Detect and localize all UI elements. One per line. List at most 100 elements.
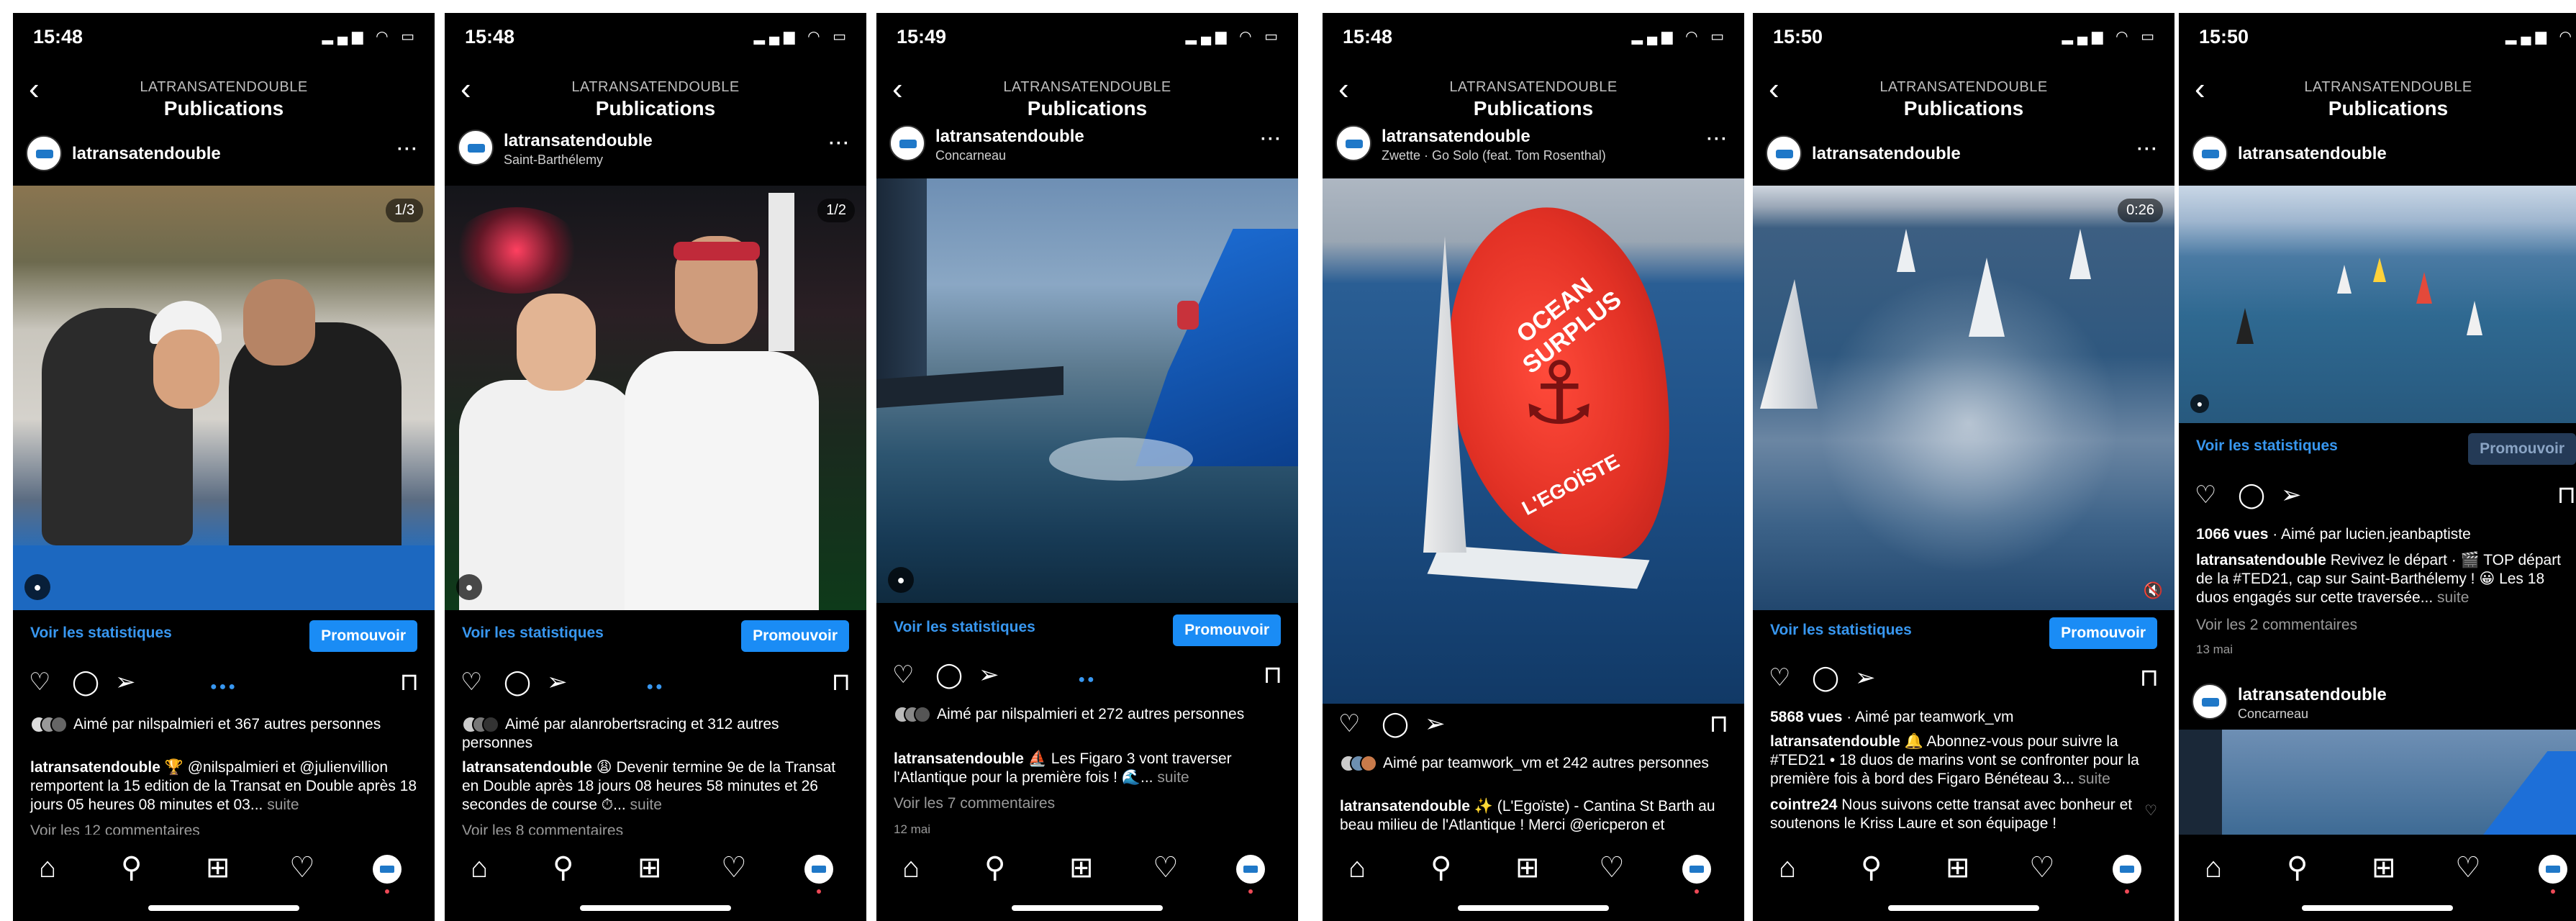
view-insights-link[interactable]: Voir les statistiques — [894, 619, 1035, 636]
avatar[interactable] — [1335, 125, 1371, 161]
caption-username[interactable]: latransatendouble — [30, 759, 160, 776]
caption-more-link[interactable]: suite — [2078, 771, 2110, 787]
search-icon[interactable]: ⚲ — [121, 853, 142, 882]
caption-more-link[interactable]: suite — [267, 797, 299, 813]
profile-avatar-icon[interactable] — [373, 855, 402, 894]
comment-username[interactable]: cointre24 — [1770, 797, 1837, 813]
post-username[interactable]: latransatendouble — [1382, 127, 1530, 147]
post-photo[interactable]: ● — [876, 178, 1298, 603]
mute-icon[interactable]: 🔇 — [2144, 581, 2163, 600]
back-chevron-icon[interactable]: ‹ — [29, 73, 40, 105]
profile-avatar-icon[interactable] — [2539, 855, 2567, 894]
caption-username[interactable]: latransatendouble — [894, 750, 1024, 767]
back-chevron-icon[interactable]: ‹ — [892, 73, 903, 105]
liked-by-text[interactable]: Aimé par nilspalmieri et 367 autres pers… — [73, 716, 381, 732]
view-count[interactable]: 5868 vues — [1770, 709, 1842, 725]
liked-by-text[interactable]: Aimé par teamwork_vm et 242 autres perso… — [1383, 755, 1709, 771]
activity-heart-icon[interactable]: ♡ — [1153, 853, 1179, 882]
post-video[interactable]: 0:26 🔇 — [1753, 186, 2174, 610]
caption-more-link[interactable]: suite — [1157, 769, 1189, 786]
create-plus-icon[interactable]: ⊞ — [2372, 853, 2396, 882]
avatar[interactable] — [2192, 135, 2228, 171]
send-icon[interactable]: ➢ — [2281, 481, 2302, 509]
profile-avatar-icon[interactable] — [804, 855, 833, 894]
caption-username[interactable]: latransatendouble — [1340, 798, 1470, 815]
back-chevron-icon[interactable]: ‹ — [2195, 73, 2205, 105]
profile-avatar-icon[interactable] — [1236, 855, 1265, 894]
comment-like-heart-icon[interactable]: ♡ — [2144, 802, 2157, 820]
like-heart-icon[interactable]: ♡ — [2195, 481, 2216, 509]
activity-heart-icon[interactable]: ♡ — [1599, 853, 1625, 882]
more-ellipsis-icon[interactable]: ··· — [829, 134, 851, 154]
search-icon[interactable]: ⚲ — [553, 853, 573, 882]
home-icon[interactable]: ⌂ — [39, 853, 56, 882]
comment-icon[interactable]: ◯ — [2238, 481, 2265, 509]
more-ellipsis-icon[interactable]: ··· — [2137, 140, 2159, 160]
post-username[interactable]: latransatendouble — [2238, 144, 2387, 164]
post-photo[interactable]: 1/2 ● — [445, 186, 866, 610]
view-comments-link[interactable]: Voir les 7 commentaires — [894, 794, 1281, 813]
activity-heart-icon[interactable]: ♡ — [2455, 853, 2481, 882]
search-icon[interactable]: ⚲ — [2287, 853, 2308, 882]
bookmark-icon[interactable]: ⊓ — [2139, 663, 2159, 692]
activity-heart-icon[interactable]: ♡ — [289, 853, 315, 882]
caption-username[interactable]: latransatendouble — [2196, 552, 2326, 568]
bookmark-icon[interactable]: ⊓ — [2557, 481, 2576, 509]
activity-heart-icon[interactable]: ♡ — [2029, 853, 2055, 882]
avatar[interactable] — [2192, 684, 2228, 720]
post-video[interactable]: OCEAN SURPLUS ⚓ L'EGOÏSTE — [1323, 178, 1744, 704]
next-post-photo[interactable] — [2179, 730, 2576, 838]
home-icon[interactable]: ⌂ — [1779, 853, 1796, 882]
back-chevron-icon[interactable]: ‹ — [1338, 73, 1349, 105]
home-icon[interactable]: ⌂ — [2205, 853, 2222, 882]
promote-button[interactable]: Promouvoir — [309, 620, 417, 652]
more-ellipsis-icon[interactable]: ··· — [1261, 130, 1282, 150]
send-icon[interactable]: ➢ — [1425, 709, 1446, 738]
bookmark-icon[interactable]: ⊓ — [1263, 661, 1282, 689]
avatar[interactable] — [26, 135, 62, 171]
create-plus-icon[interactable]: ⊞ — [1946, 853, 1970, 882]
promote-button[interactable]: Promouvoir — [2468, 433, 2576, 465]
bookmark-icon[interactable]: ⊓ — [1709, 709, 1728, 738]
view-insights-link[interactable]: Voir les statistiques — [462, 625, 604, 642]
search-icon[interactable]: ⚲ — [1430, 853, 1451, 882]
post-username[interactable]: latransatendouble — [935, 127, 1084, 147]
comment-icon[interactable]: ◯ — [1812, 663, 1839, 692]
profile-avatar-icon[interactable] — [2113, 855, 2141, 894]
caption-username[interactable]: latransatendouble — [1770, 733, 1900, 750]
view-count[interactable]: 1066 vues — [2196, 526, 2268, 543]
create-plus-icon[interactable]: ⊞ — [638, 853, 662, 882]
next-post-username[interactable]: latransatendouble — [2238, 685, 2387, 705]
view-insights-link[interactable]: Voir les statistiques — [1770, 622, 1912, 639]
avatar[interactable] — [458, 130, 494, 165]
post-location[interactable]: Saint-Barthélemy — [504, 153, 603, 168]
post-username[interactable]: latransatendouble — [1812, 144, 1961, 164]
bookmark-icon[interactable]: ⊓ — [831, 668, 851, 697]
liked-by-text[interactable]: Aimé par lucien.jeanbaptiste — [2281, 526, 2471, 543]
search-icon[interactable]: ⚲ — [984, 853, 1005, 882]
user-tag-icon[interactable]: ● — [2190, 394, 2209, 413]
promote-button[interactable]: Promouvoir — [1173, 614, 1281, 646]
next-post-location[interactable]: Concarneau — [2238, 707, 2308, 722]
view-insights-link[interactable]: Voir les statistiques — [2196, 437, 2338, 455]
view-insights-link[interactable]: Voir les statistiques — [30, 625, 172, 642]
home-icon[interactable]: ⌂ — [902, 853, 920, 882]
user-tag-icon[interactable]: ● — [456, 574, 482, 600]
back-chevron-icon[interactable]: ‹ — [461, 73, 471, 105]
profile-avatar-icon[interactable] — [1682, 855, 1711, 894]
caption-more-link[interactable]: suite — [2437, 589, 2469, 606]
liked-by-text[interactable]: Aimé par teamwork_vm — [1855, 709, 2014, 725]
post-username[interactable]: latransatendouble — [504, 131, 653, 151]
caption-more-link[interactable]: suite — [630, 797, 662, 813]
like-heart-icon[interactable]: ♡ — [1769, 663, 1790, 692]
send-icon[interactable]: ➢ — [1855, 663, 1876, 692]
avatar[interactable] — [1766, 135, 1802, 171]
bookmark-icon[interactable]: ⊓ — [399, 668, 419, 697]
promote-button[interactable]: Promouvoir — [741, 620, 849, 652]
activity-heart-icon[interactable]: ♡ — [721, 853, 747, 882]
post-photo[interactable]: 1/3 ● — [13, 186, 435, 610]
home-icon[interactable]: ⌂ — [471, 853, 488, 882]
home-icon[interactable]: ⌂ — [1348, 853, 1366, 882]
post-username[interactable]: latransatendouble — [72, 144, 221, 164]
more-ellipsis-icon[interactable]: ··· — [1707, 130, 1728, 150]
